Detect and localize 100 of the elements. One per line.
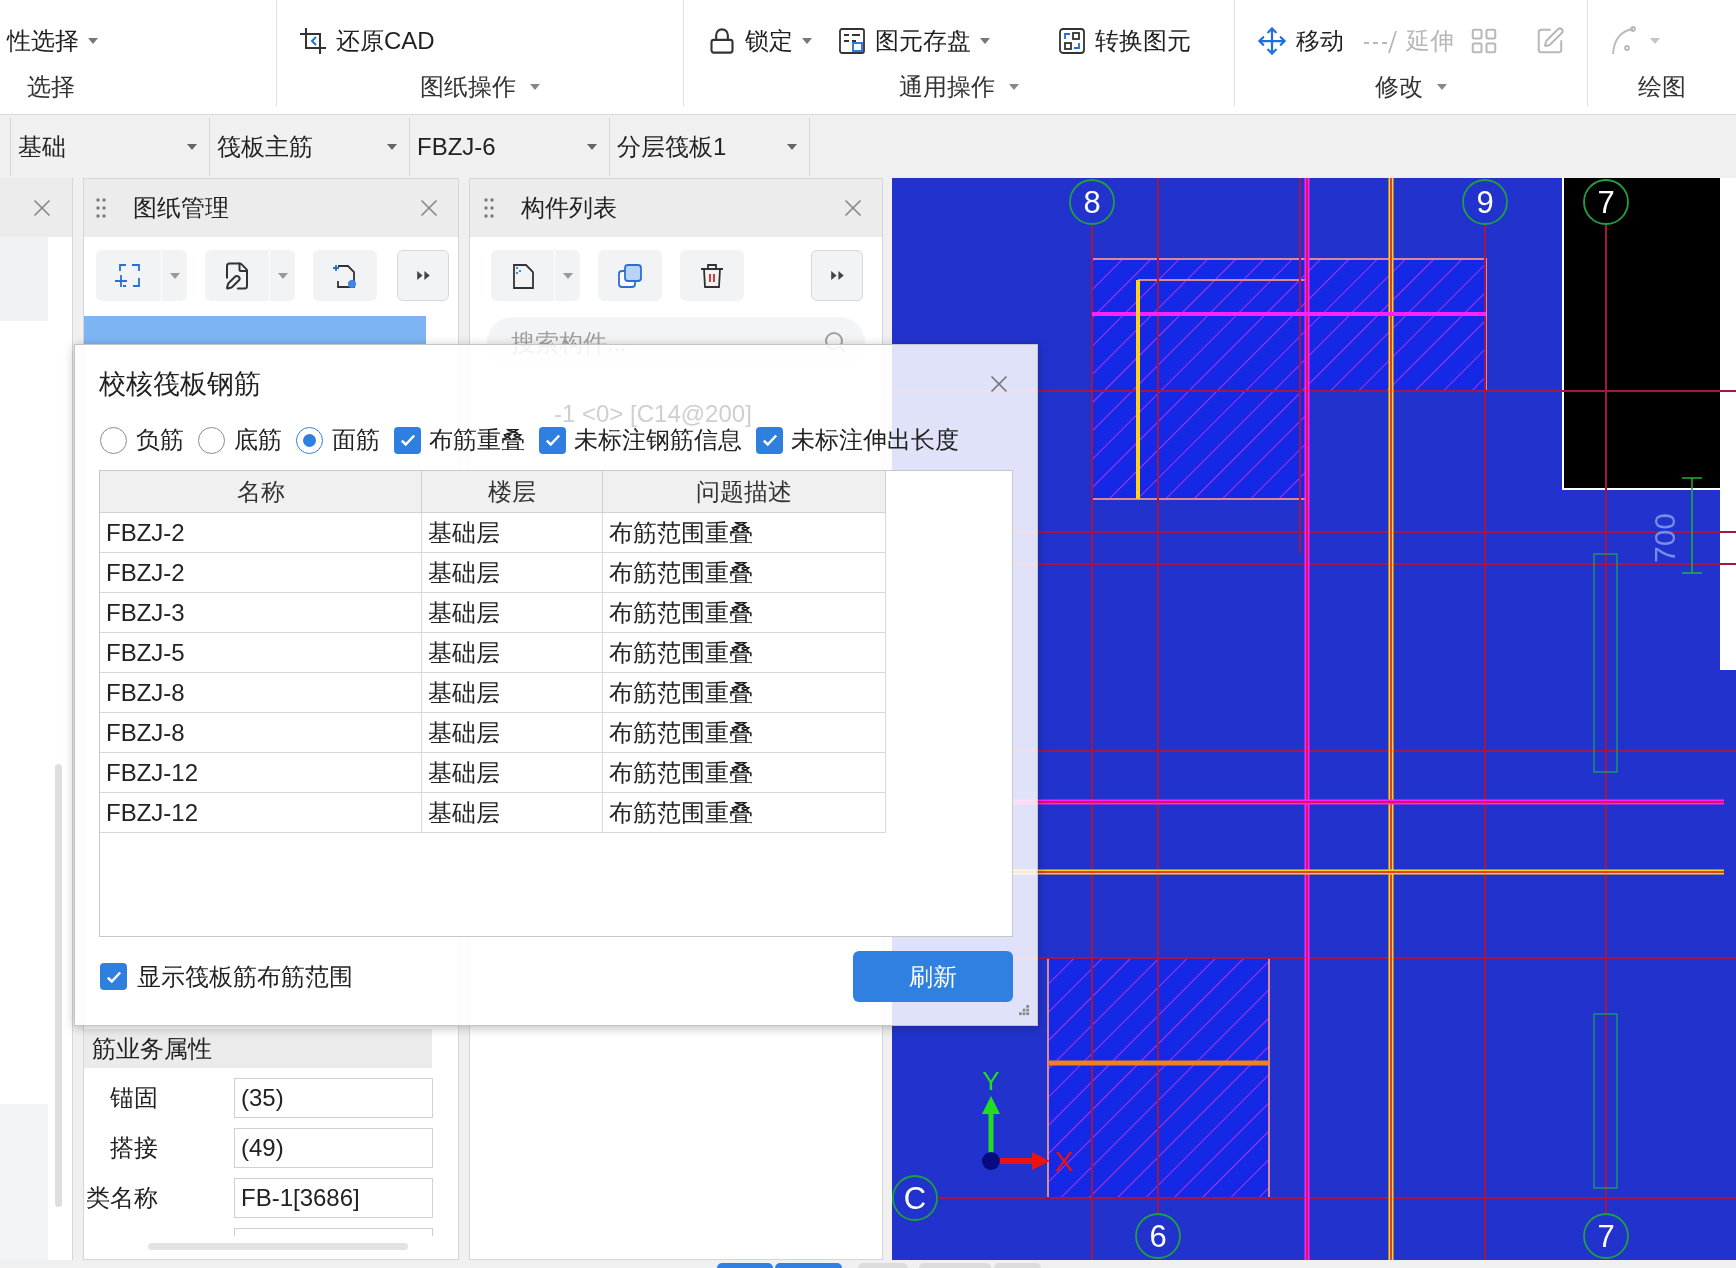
checkbox[interactable] xyxy=(539,426,566,454)
caret-icon xyxy=(787,144,797,150)
table-cell: 布筋范围重叠 xyxy=(603,713,886,753)
toolbar-button[interactable] xyxy=(598,250,662,301)
hatched-slab[interactable] xyxy=(1047,957,1270,1199)
axis-marker: 7 xyxy=(1583,179,1629,225)
property-field[interactable]: (35) xyxy=(234,1078,433,1118)
ucs-x-label: X xyxy=(1054,1146,1074,1177)
option-label: 未标注钢筋信息 xyxy=(574,428,742,452)
refresh-button[interactable]: 刷新 xyxy=(853,951,1013,1002)
copy-icon xyxy=(616,261,644,290)
table-cell: 基础层 xyxy=(422,673,603,713)
property-label: 锚固 xyxy=(109,1083,158,1113)
column-header[interactable]: 问题描述 xyxy=(603,471,886,513)
ribbon-dropdown-button[interactable]: 性选择 xyxy=(7,23,98,59)
ribbon-button[interactable]: 转换图元 xyxy=(1058,23,1191,59)
column-header[interactable]: 楼层 xyxy=(422,471,603,513)
selector-dropdown[interactable]: 筏板主筋 xyxy=(210,118,410,176)
ribbon-dropdown-button[interactable]: 图元存盘 xyxy=(838,23,990,59)
caret-icon xyxy=(1009,84,1019,90)
axis-marker: 8 xyxy=(1069,179,1115,225)
group-label: 选择 xyxy=(27,75,75,99)
ribbon-button[interactable]: 移动 xyxy=(1257,23,1344,59)
table-cell: 布筋范围重叠 xyxy=(603,633,886,673)
radio-button[interactable] xyxy=(100,426,127,454)
scrollbar-thumb[interactable] xyxy=(55,764,62,1207)
axis-marker: C xyxy=(892,1175,938,1221)
table-cell: 基础层 xyxy=(422,753,603,793)
ribbon-button[interactable]: 还原CAD xyxy=(299,23,435,59)
table-cell: FBZJ-3 xyxy=(100,593,422,633)
table-cell: FBZJ-5 xyxy=(100,633,422,673)
toolbar-button[interactable] xyxy=(313,250,377,301)
caret-icon xyxy=(1650,38,1660,44)
ribbon-dropdown-button[interactable]: 锁定 xyxy=(708,23,812,59)
property-field[interactable]: (49) xyxy=(234,1128,433,1168)
group-menu-button[interactable]: 图纸操作 xyxy=(420,75,540,99)
double-arrow-icon xyxy=(416,271,430,280)
table-cell: FBZJ-2 xyxy=(100,513,422,553)
caret-icon xyxy=(187,144,197,150)
list-panel-icon xyxy=(838,27,866,55)
option-label: 布筋重叠 xyxy=(429,428,525,452)
bottom-tab[interactable] xyxy=(717,1263,773,1268)
selector-dropdown[interactable]: 基础 xyxy=(10,118,210,176)
caret-icon xyxy=(1437,84,1447,90)
grip-icon[interactable] xyxy=(484,198,494,218)
property-field[interactable] xyxy=(234,1228,433,1236)
toolbar-button[interactable] xyxy=(680,250,744,301)
table-cell: 布筋范围重叠 xyxy=(603,593,886,633)
resize-grip-icon[interactable] xyxy=(1019,1005,1030,1016)
table-cell: 布筋范围重叠 xyxy=(603,793,886,833)
table-cell: 布筋范围重叠 xyxy=(603,753,886,793)
trash-icon xyxy=(698,261,726,290)
grip-icon[interactable] xyxy=(96,198,106,218)
caret-icon xyxy=(980,38,990,44)
checkbox[interactable] xyxy=(394,426,421,454)
table-cell: FBZJ-2 xyxy=(100,553,422,593)
property-field[interactable]: FB-1[3686] xyxy=(234,1178,433,1218)
dropdown-arrow-button[interactable] xyxy=(162,250,187,301)
radio-button[interactable] xyxy=(296,426,323,454)
checkbox[interactable] xyxy=(756,426,783,454)
table-cell: FBZJ-8 xyxy=(100,673,422,713)
axis-marker: 9 xyxy=(1462,179,1508,225)
table-cell: 基础层 xyxy=(422,793,603,833)
grid-icon xyxy=(1469,26,1499,56)
dialog-title: 校核筏板钢筋 xyxy=(99,370,261,398)
axis-marker: 7 xyxy=(1583,1213,1629,1259)
double-arrow-icon xyxy=(830,271,844,280)
table-cell: 基础层 xyxy=(422,553,603,593)
selector-dropdown[interactable]: FBZJ-6 xyxy=(410,118,610,176)
ucs-y-label: Y xyxy=(982,1066,1000,1096)
column-header[interactable]: 名称 xyxy=(100,471,422,513)
group-menu-button[interactable]: 通用操作 xyxy=(899,75,1019,99)
option-label: 底筋 xyxy=(234,428,282,452)
table-cell: FBZJ-8 xyxy=(100,713,422,753)
scrollbar-thumb[interactable] xyxy=(148,1243,408,1250)
checkbox[interactable] xyxy=(100,963,127,990)
column-outline[interactable] xyxy=(1593,553,1618,773)
section-header: 筋业务属性 xyxy=(84,1029,432,1068)
option-label: 面筋 xyxy=(332,428,380,452)
panel-title: 构件列表 xyxy=(521,193,617,223)
column-outline[interactable] xyxy=(1593,1013,1618,1189)
toolbar-button[interactable] xyxy=(491,250,554,301)
convert-square-icon xyxy=(1058,27,1086,55)
x-arrow-icon xyxy=(998,1152,1050,1170)
table-cell: FBZJ-12 xyxy=(100,753,422,793)
selector-dropdown[interactable]: 分层筏板1 xyxy=(610,118,810,176)
caret-icon xyxy=(169,272,180,279)
caret-icon xyxy=(387,144,397,150)
radio-button[interactable] xyxy=(198,426,225,454)
option-label: 显示筏板筋布筋范围 xyxy=(137,964,353,989)
table-cell: 布筋范围重叠 xyxy=(603,553,886,593)
table-cell: 基础层 xyxy=(422,593,603,633)
caret-icon xyxy=(562,272,573,279)
toolbar-button[interactable] xyxy=(205,250,269,301)
lock-icon xyxy=(708,27,736,55)
table-cell: 布筋范围重叠 xyxy=(603,513,886,553)
property-label: 类名称 xyxy=(85,1183,158,1213)
bottom-tab[interactable] xyxy=(775,1263,842,1268)
caret-icon xyxy=(802,38,812,44)
group-menu-button[interactable]: 修改 xyxy=(1375,75,1447,99)
